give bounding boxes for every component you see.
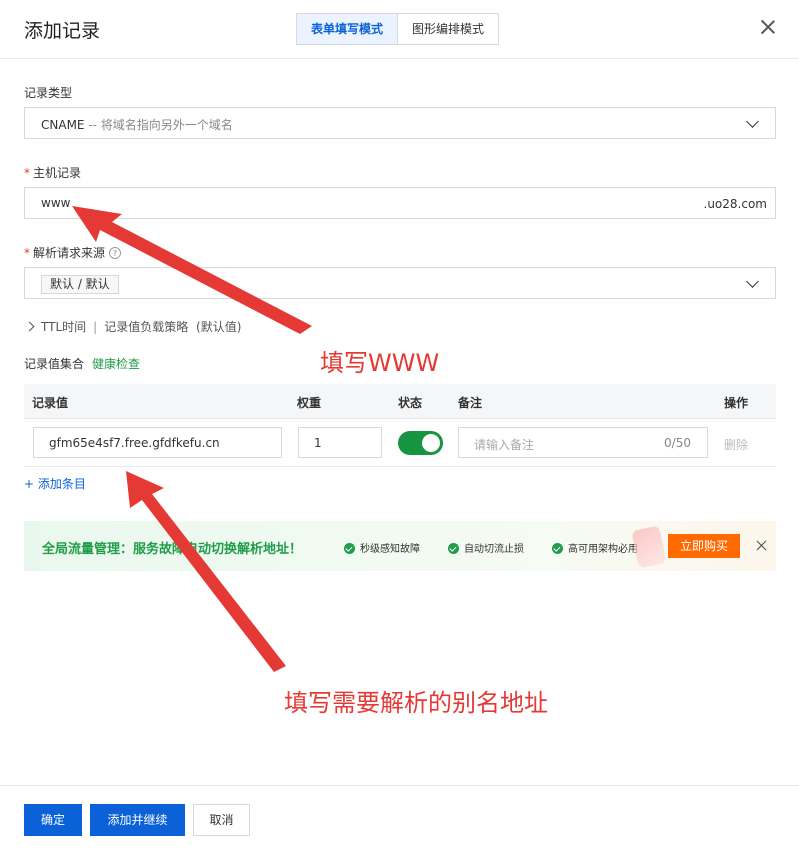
cancel-button[interactable]: 取消	[193, 804, 250, 836]
arrow-to-value-icon	[126, 471, 286, 672]
add-continue-button[interactable]: 添加并继续	[90, 804, 185, 836]
annotation-fill-www: 填写WWW	[320, 349, 440, 377]
annotation-arrows	[72, 206, 312, 672]
confirm-button[interactable]: 确定	[24, 804, 82, 836]
footer-divider	[0, 785, 799, 786]
arrow-to-host-icon	[72, 206, 312, 334]
annotation-fill-alias: 填写需要解析的别名地址	[284, 689, 548, 717]
